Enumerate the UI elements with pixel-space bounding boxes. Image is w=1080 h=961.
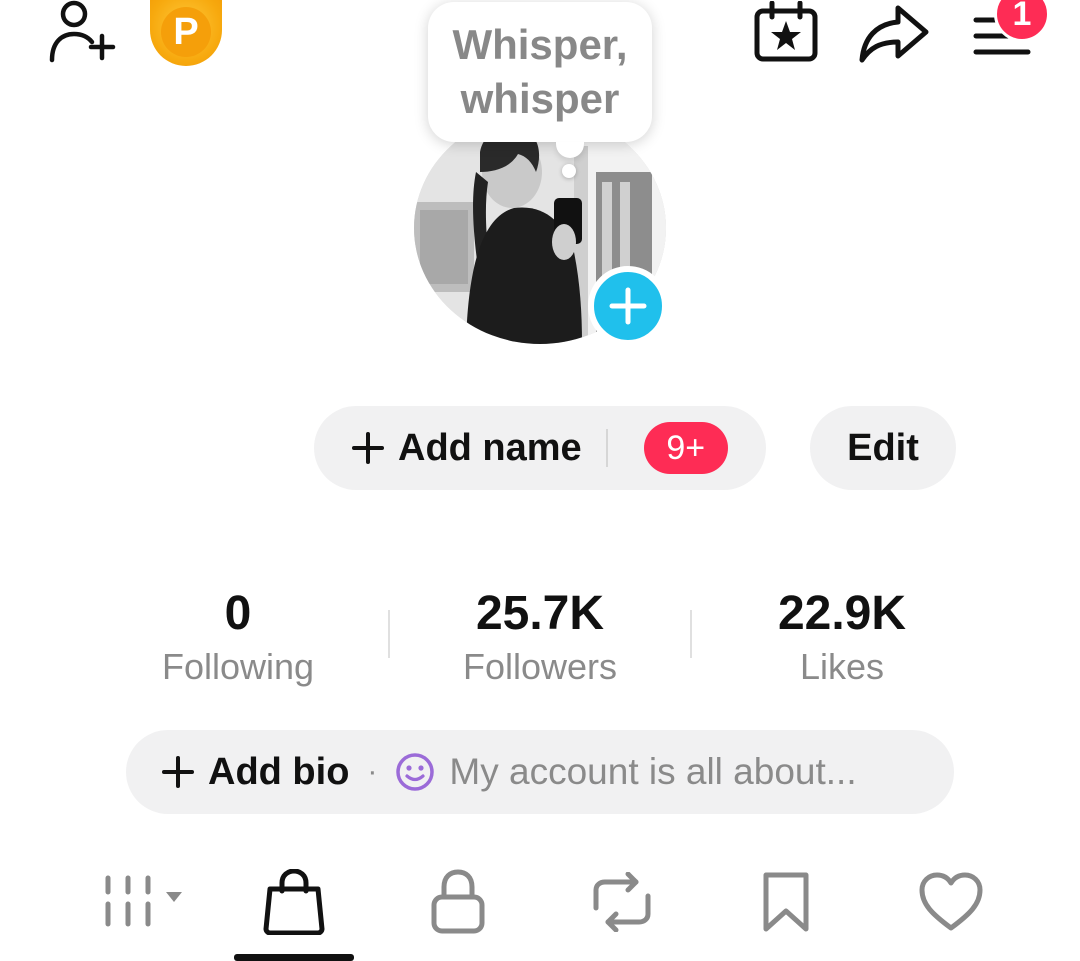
coin-letter: P (173, 10, 199, 53)
calendar-button[interactable] (750, 0, 822, 66)
tab-favorites[interactable] (746, 862, 826, 942)
tab-shop[interactable] (254, 862, 334, 942)
plus-icon (352, 432, 384, 464)
coin-icon: P (161, 7, 211, 57)
following-count: 0 (224, 587, 252, 640)
share-button[interactable] (854, 0, 934, 66)
add-friend-button[interactable] (40, 0, 120, 64)
tab-reposts[interactable] (582, 862, 662, 942)
note-bubble-dot (562, 164, 576, 178)
add-name-button[interactable]: Add name 9+ (314, 406, 766, 490)
stat-divider (388, 610, 390, 658)
selected-tab-indicator (234, 954, 354, 961)
followers-label: Followers (462, 646, 618, 687)
followers-count: 25.7K (475, 587, 605, 640)
tab-private[interactable] (418, 862, 498, 942)
grid-icon (105, 875, 182, 927)
plus-icon (609, 287, 647, 325)
profile-page: P 1 Whisper, whisper Add name 9+ Edit 0 … (0, 0, 1080, 961)
add-photo-button[interactable] (588, 266, 668, 346)
likes-count: 22.9K (777, 587, 907, 640)
add-bio-button[interactable]: Add bio · My account is all about... (126, 730, 954, 814)
note-text: Whisper, whisper (452, 21, 628, 122)
shopping-bag-icon (263, 869, 325, 935)
share-icon (859, 5, 929, 63)
stat-likes[interactable]: 22.9K Likes (712, 586, 972, 690)
note-bubble[interactable]: Whisper, whisper (428, 2, 652, 142)
likes-label: Likes (799, 646, 885, 687)
add-bio-label: Add bio (208, 750, 350, 793)
edit-label: Edit (847, 426, 919, 469)
stat-followers[interactable]: 25.7K Followers (410, 586, 670, 690)
tab-liked[interactable] (906, 862, 996, 942)
notification-count-badge[interactable]: 9+ (643, 422, 728, 474)
following-label: Following (161, 646, 315, 687)
heart-icon (919, 872, 983, 931)
add-name-label: Add name (398, 426, 582, 469)
lock-icon (431, 869, 485, 934)
coin-button[interactable]: P (150, 0, 222, 66)
bio-placeholder: My account is all about... (449, 751, 857, 792)
edit-profile-button[interactable]: Edit (810, 406, 956, 490)
add-friend-icon (49, 0, 116, 63)
stat-divider (690, 610, 692, 658)
bio-separator: · (367, 755, 378, 788)
repost-icon (593, 872, 651, 932)
divider (605, 429, 608, 467)
tab-videos[interactable] (92, 862, 192, 942)
bookmark-icon (763, 872, 809, 932)
stat-following[interactable]: 0 Following (108, 586, 368, 690)
calendar-star-icon (754, 1, 818, 62)
smiley-icon (396, 753, 435, 791)
plus-icon (162, 756, 194, 788)
